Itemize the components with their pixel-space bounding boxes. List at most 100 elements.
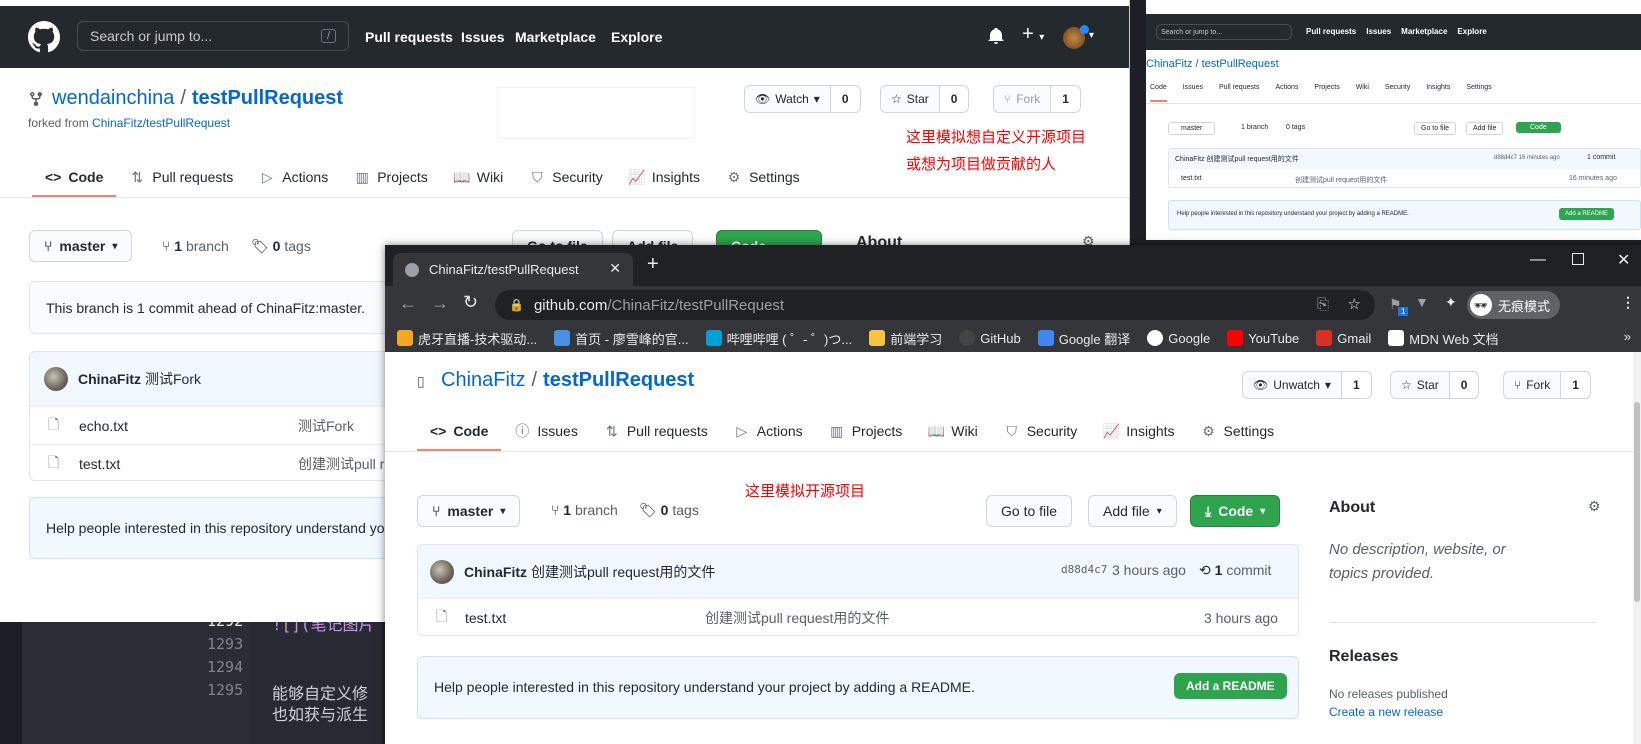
thumb-tab[interactable]: Settings (1466, 84, 1491, 103)
file-name[interactable]: test.txt (465, 610, 506, 626)
bookmark-item[interactable]: MDN Web 文档 (1388, 329, 1499, 348)
thumb-gotofile[interactable]: Go to file (1414, 122, 1457, 135)
thumb-nav[interactable]: Explore (1457, 27, 1486, 36)
commit-sha[interactable]: d88d4c7 (1061, 563, 1107, 576)
tab-settings[interactable]: ⚙ Settings (713, 169, 813, 197)
forked-from-link[interactable]: ChinaFitz/testPullRequest (92, 116, 230, 130)
incognito-badge[interactable]: 🕶 无痕模式 (1467, 291, 1561, 319)
tab-pull-requests[interactable]: ⇅ Pull requests (591, 423, 721, 451)
file-commit-message[interactable]: 创建测试pull r (298, 454, 384, 474)
branches-link[interactable]: ⑂ 1 branch (162, 238, 229, 254)
avatar-caret-icon[interactable]: ▾ (1089, 30, 1094, 41)
plus-dropdown-icon[interactable]: + ▾ (1022, 23, 1044, 46)
nav-explore[interactable]: Explore (611, 29, 662, 45)
bookmark-item[interactable]: Google (1147, 330, 1210, 346)
about-gear-icon[interactable]: ⚙ (1588, 498, 1601, 515)
thumb-nav[interactable]: Pull requests (1306, 27, 1356, 36)
thumb-commit[interactable]: ChinaFitz 创建测试pull request用的文件 (1175, 154, 1299, 164)
bookmark-item[interactable]: 虎牙直播-技术驱动... (397, 329, 537, 348)
maximize-icon[interactable] (1572, 253, 1584, 265)
thumb-code[interactable]: Code (1516, 122, 1561, 133)
tab-issues[interactable]: ⓘ Issues (501, 423, 590, 451)
repo-owner-link[interactable]: ChinaFitz (441, 369, 525, 392)
bell-icon[interactable] (988, 27, 1004, 46)
chrome-menu-icon[interactable]: ⋮ (1621, 294, 1635, 311)
thumb-tab[interactable]: Code (1150, 84, 1167, 102)
commit-message[interactable]: 创建测试pull request用的文件 (531, 562, 715, 582)
tab-close-icon[interactable]: ✕ (609, 260, 621, 277)
tags-link[interactable]: 🏷 0 tags (639, 502, 699, 519)
branches-link[interactable]: ⑂ 1 branch (551, 502, 618, 518)
commit-history-link[interactable]: ⟲ 1 commit (1199, 562, 1271, 579)
unwatch-button[interactable]: 👁 Unwatch ▾ 1 (1242, 371, 1372, 399)
bookmark-item[interactable]: YouTube (1227, 330, 1299, 346)
vue-extension-icon[interactable]: ▼ (1415, 294, 1429, 310)
minimize-icon[interactable]: — (1530, 251, 1546, 269)
page-scrollbar[interactable] (1633, 352, 1641, 744)
nav-issues[interactable]: Issues (461, 29, 505, 45)
file-commit-message[interactable]: 测试Fork (298, 416, 354, 436)
nav-pull-requests[interactable]: Pull requests (365, 29, 453, 45)
tab-actions[interactable]: ▷ Actions (721, 423, 816, 451)
go-to-file-button[interactable]: Go to file (986, 495, 1073, 527)
thumb-search[interactable]: Search or jump to... (1156, 24, 1292, 40)
fork-button[interactable]: ⑂ Fork 1 (1503, 371, 1591, 399)
tab-actions[interactable]: ▷ Actions (246, 169, 341, 197)
commit-message[interactable]: 测试Fork (145, 369, 201, 389)
unwatch-count[interactable]: 1 (1340, 372, 1371, 398)
tab-settings[interactable]: ⚙ Settings (1188, 423, 1288, 451)
tab-wiki[interactable]: 📖 Wiki (441, 169, 516, 197)
close-window-icon[interactable]: ✕ (1617, 250, 1630, 270)
add-file-button[interactable]: Add file ▾ (1088, 495, 1177, 527)
translate-icon[interactable]: ⎘ (1317, 296, 1329, 313)
add-readme-button[interactable]: Add a README (1174, 673, 1287, 699)
branch-selector[interactable]: ⑂ master ▾ (417, 495, 521, 527)
tab-code[interactable]: <> Code (417, 423, 502, 451)
tab-projects[interactable]: ▥ Projects (341, 169, 441, 197)
bookmarks-overflow-icon[interactable]: » (1624, 329, 1631, 344)
tab-wiki[interactable]: 📖 Wiki (915, 423, 990, 451)
tab-code[interactable]: <> Code (32, 169, 117, 197)
tab-security[interactable]: ⛉ Security (516, 169, 616, 197)
puzzle-icon[interactable]: ✦ (1445, 294, 1457, 311)
thumb-tab[interactable]: Pull requests (1219, 84, 1259, 103)
back-icon[interactable]: ← (399, 293, 417, 314)
forward-icon[interactable]: → (431, 293, 449, 314)
code-button[interactable]: ⤓ Code ▾ (1190, 495, 1281, 527)
avatar[interactable] (430, 559, 454, 584)
tab-security[interactable]: ⛉ Security (991, 423, 1091, 451)
thumb-branch[interactable]: master (1168, 122, 1216, 135)
bookmark-item[interactable]: Gmail (1316, 330, 1371, 346)
thumb-tab[interactable]: Projects (1314, 84, 1339, 103)
create-release-link[interactable]: Create a new release (1329, 705, 1443, 719)
star-count[interactable]: 0 (938, 86, 969, 112)
thumb-tab[interactable]: Insights (1426, 84, 1450, 103)
tab-insights[interactable]: 📈 Insights (1090, 423, 1187, 451)
star-count[interactable]: 0 (1448, 372, 1479, 398)
new-tab-icon[interactable]: + (647, 253, 659, 276)
file-name[interactable]: test.txt (79, 456, 120, 472)
watch-button[interactable]: 👁 Watch ▾ 0 (744, 85, 861, 113)
thumb-tab[interactable]: Issues (1183, 84, 1203, 103)
bookmark-star-icon[interactable]: ☆ (1348, 295, 1361, 313)
tags-link[interactable]: 🏷 0 tags (251, 238, 311, 255)
reload-icon[interactable]: ↻ (463, 292, 478, 313)
thumb-nav[interactable]: Issues (1366, 27, 1391, 36)
bookmark-item[interactable]: Google 翻译 (1037, 329, 1130, 348)
github-logo-icon[interactable] (28, 21, 60, 53)
thumb-add-readme[interactable]: Add a README (1559, 208, 1615, 220)
bookmark-item[interactable]: GitHub (959, 330, 1021, 346)
tab-insights[interactable]: 📈 Insights (616, 169, 713, 197)
fork-button[interactable]: ⑂ Fork 1 (993, 85, 1081, 113)
file-name[interactable]: echo.txt (79, 418, 128, 434)
branch-selector[interactable]: ⑂ master ▾ (29, 230, 133, 262)
commit-author[interactable]: ChinaFitz (464, 564, 527, 580)
thumb-repo-title[interactable]: ChinaFitz / testPullRequest (1146, 58, 1279, 70)
fork-count[interactable]: 1 (1560, 372, 1590, 398)
star-button[interactable]: ☆ Star 0 (880, 85, 970, 113)
thumb-branch-info[interactable]: 1 branch (1241, 124, 1268, 131)
nav-marketplace[interactable]: Marketplace (515, 29, 596, 45)
address-bar[interactable]: 🔒 github.com/ChinaFitz/testPullRequest ⎘… (495, 290, 1375, 320)
editor-text-line[interactable]: 也如获与派生 (272, 701, 368, 725)
star-button[interactable]: ☆ Star 0 (1390, 371, 1480, 399)
